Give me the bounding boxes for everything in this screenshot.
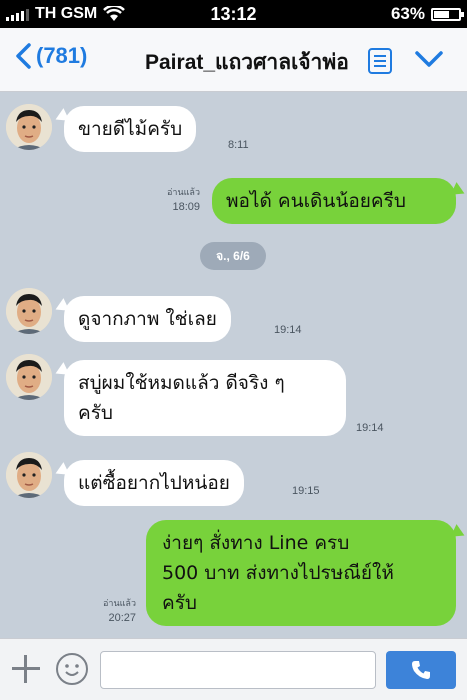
avatar[interactable] bbox=[6, 354, 52, 400]
avatar-photo-icon bbox=[6, 104, 52, 150]
battery-status: 63% bbox=[390, 4, 464, 24]
back-button[interactable]: (781) bbox=[14, 42, 87, 70]
chat-area[interactable]: ขายดีไม้ครับ 8:11 อ่านแล้ว 18:09 พอได้ ค… bbox=[0, 92, 467, 638]
avatar[interactable] bbox=[6, 452, 52, 498]
date-separator: จ., 6/6 bbox=[200, 242, 266, 270]
message-time: 19:14 bbox=[356, 422, 384, 434]
avatar[interactable] bbox=[6, 288, 52, 334]
message-bubble-outgoing[interactable]: พอได้ คนเดินน้อยครีบ bbox=[212, 178, 456, 224]
call-button[interactable] bbox=[386, 651, 456, 689]
notes-icon[interactable] bbox=[368, 48, 392, 74]
avatar-photo-icon bbox=[6, 288, 52, 334]
chevron-down-icon[interactable] bbox=[414, 48, 444, 70]
message-line: 500 บาท ส่งทางไปรษณีย์ให้ bbox=[162, 562, 394, 584]
read-receipt: อ่านแล้ว bbox=[167, 187, 200, 197]
read-receipt: อ่านแล้ว bbox=[103, 598, 136, 608]
emoji-icon[interactable] bbox=[56, 653, 88, 685]
chat-title[interactable]: Pairat_แถวศาลเจ้าพ่อ bbox=[145, 46, 349, 79]
battery-fill bbox=[434, 10, 450, 18]
avatar-photo-icon bbox=[6, 354, 52, 400]
chevron-left-icon bbox=[16, 43, 31, 69]
unread-count: (781) bbox=[36, 43, 88, 68]
avatar[interactable] bbox=[6, 104, 52, 150]
message-line: ครับ bbox=[162, 592, 197, 614]
chat-header: (781) Pairat_แถวศาลเจ้าพ่อ bbox=[0, 28, 467, 92]
message-bubble-incoming[interactable]: ขายดีไม้ครับ bbox=[64, 106, 197, 152]
message-time: 19:15 bbox=[292, 485, 320, 497]
add-icon[interactable] bbox=[10, 653, 42, 685]
message-bubble-incoming[interactable]: ดูจากภาพ ใช่เลย bbox=[64, 296, 231, 342]
avatar-photo-icon bbox=[6, 452, 52, 498]
message-time: 20:27 bbox=[108, 612, 136, 624]
message-time: 8:11 bbox=[228, 139, 249, 151]
message-bubble-outgoing[interactable]: ง่ายๆ สั่งทาง Line ครบ 500 บาท ส่งทางไปร… bbox=[146, 520, 456, 626]
status-bar: TH GSM 13:12 63% bbox=[0, 0, 467, 28]
smile-face-icon bbox=[65, 664, 79, 676]
input-bar bbox=[0, 638, 467, 700]
message-line: สบู่ผมใช้หมดแล้ว ดีจริง ๆ bbox=[78, 372, 285, 394]
message-bubble-incoming[interactable]: แต่ซื้อยากไปหน่อย bbox=[64, 460, 244, 506]
message-time: 19:14 bbox=[274, 324, 302, 336]
message-time: 18:09 bbox=[172, 201, 200, 213]
battery-percent: 63% bbox=[390, 4, 425, 23]
message-meta: อ่านแล้ว 18:09 bbox=[152, 185, 200, 215]
message-line: ง่ายๆ สั่งทาง Line ครบ bbox=[162, 532, 350, 554]
message-meta: อ่านแล้ว 20:27 bbox=[86, 596, 136, 626]
message-bubble-incoming[interactable]: สบู่ผมใช้หมดแล้ว ดีจริง ๆ ครับ bbox=[64, 360, 346, 436]
message-line: ครับ bbox=[78, 402, 113, 424]
phone-icon bbox=[412, 661, 430, 679]
battery-icon bbox=[431, 7, 464, 21]
message-input[interactable] bbox=[100, 651, 376, 689]
